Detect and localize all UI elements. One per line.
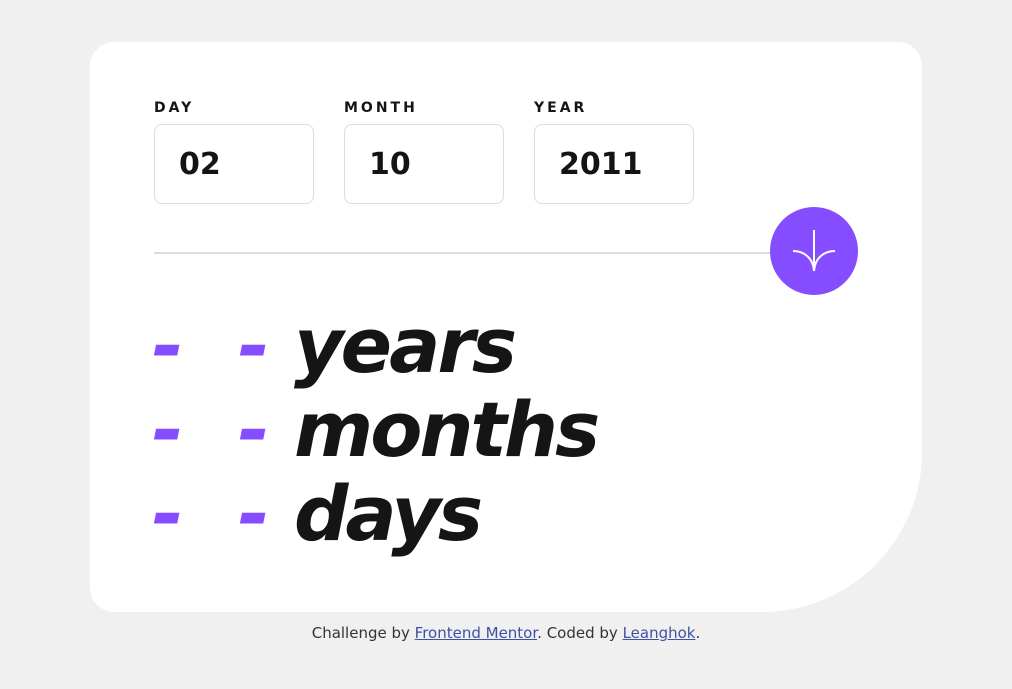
day-input[interactable] — [154, 124, 314, 204]
days-result: - - days — [152, 472, 597, 556]
divider — [154, 252, 858, 254]
day-label: DAY — [154, 100, 195, 116]
years-result: - - years — [152, 304, 597, 388]
age-calculator-card: DAY MONTH YEAR - -years - -months - -day… — [90, 42, 922, 612]
months-unit: months — [294, 385, 600, 474]
day-field: DAY — [154, 99, 314, 204]
month-input[interactable] — [344, 124, 504, 204]
attribution: Challenge by Frontend Mentor. Coded by L… — [0, 622, 1012, 644]
attribution-middle: . Coded by — [537, 624, 623, 642]
days-unit: days — [294, 469, 483, 558]
calculate-button[interactable] — [770, 207, 858, 295]
arrow-down-icon — [792, 230, 836, 272]
years-unit: years — [294, 301, 517, 390]
attribution-suffix: . — [695, 624, 701, 642]
attribution-prefix: Challenge by — [311, 624, 415, 642]
years-value: - - — [152, 301, 284, 390]
year-input[interactable] — [534, 124, 694, 204]
author-link[interactable]: Leanghok — [623, 624, 696, 642]
year-field: YEAR — [534, 99, 694, 204]
results: - - years - - months - - days — [152, 304, 600, 556]
month-label: MONTH — [344, 100, 418, 116]
months-value: - - — [152, 385, 284, 474]
frontend-mentor-link[interactable]: Frontend Mentor — [415, 624, 538, 642]
year-label: YEAR — [534, 100, 588, 116]
month-field: MONTH — [344, 99, 504, 204]
days-value: - - — [152, 469, 284, 558]
months-result: - - months — [152, 385, 600, 474]
